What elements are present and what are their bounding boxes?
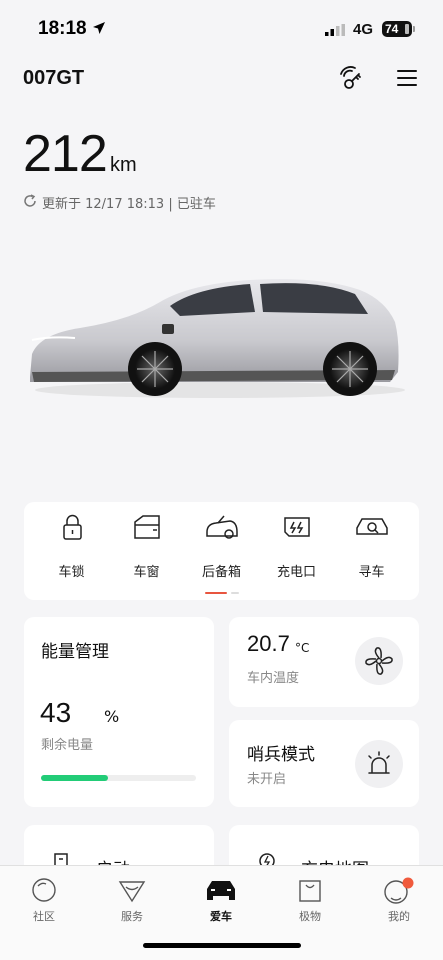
temp-unit: °C bbox=[295, 641, 310, 655]
energy-title: 能量管理 bbox=[41, 642, 109, 662]
control-lock[interactable]: 车锁 bbox=[34, 502, 109, 600]
community-icon bbox=[32, 878, 56, 902]
menu-icon[interactable] bbox=[395, 68, 419, 88]
control-window[interactable]: 车窗 bbox=[109, 502, 184, 600]
sentry-status: 未开启 bbox=[247, 772, 287, 787]
energy-card[interactable]: 能量管理 43 % 剩余电量 bbox=[24, 617, 214, 807]
page-indicator-active bbox=[205, 592, 227, 594]
battery-bar-fill bbox=[41, 775, 108, 781]
climate-card[interactable]: 20.7 °C 车内温度 bbox=[229, 617, 419, 707]
network-type: 4G bbox=[353, 21, 374, 38]
control-label: 车窗 bbox=[133, 565, 160, 580]
find-car-icon bbox=[355, 518, 388, 535]
fan-icon bbox=[365, 647, 393, 675]
tab-label: 爱车 bbox=[210, 910, 232, 923]
update-status: 更新于 12/17 18:13 | 已驻车 bbox=[42, 197, 216, 212]
control-find-car[interactable]: 寻车 bbox=[334, 502, 409, 600]
service-icon bbox=[118, 881, 146, 903]
alarm-light-icon bbox=[368, 751, 390, 774]
window-icon bbox=[133, 515, 160, 539]
control-label: 寻车 bbox=[358, 565, 385, 580]
tab-my-car[interactable]: 爱车 bbox=[177, 866, 265, 936]
page-indicator bbox=[231, 592, 239, 594]
battery-percent-unit: % bbox=[104, 707, 120, 726]
status-time: 18:18 bbox=[38, 18, 87, 39]
battery-level bbox=[405, 24, 409, 34]
tab-profile[interactable]: 我的 bbox=[355, 866, 443, 936]
tab-label: 我的 bbox=[388, 910, 410, 923]
control-label: 车锁 bbox=[58, 565, 85, 580]
tab-store[interactable]: 极物 bbox=[266, 866, 354, 936]
home-indicator[interactable] bbox=[143, 943, 301, 948]
control-trunk[interactable]: 后备箱 bbox=[184, 502, 259, 600]
cellular-signal-icon bbox=[325, 24, 345, 36]
location-arrow-icon bbox=[93, 22, 105, 34]
sentry-title: 哨兵模式 bbox=[247, 745, 315, 765]
battery-percent-value: 43 bbox=[40, 697, 72, 728]
shopping-bag-icon bbox=[299, 880, 321, 902]
profile-icon bbox=[384, 877, 414, 904]
car-image bbox=[30, 279, 405, 398]
quick-controls: 车锁 车窗 后备箱 充电口 寻车 bbox=[24, 502, 419, 600]
car-icon bbox=[207, 881, 235, 900]
notification-badge bbox=[402, 877, 414, 889]
cabin-temp: 20.7 bbox=[247, 631, 290, 656]
range-unit: km bbox=[110, 154, 137, 176]
fan-button[interactable] bbox=[355, 637, 403, 685]
battery-icon: 74 bbox=[382, 21, 412, 37]
status-bar: 18:18 4G 74 bbox=[0, 0, 443, 58]
control-label: 充电口 bbox=[276, 565, 316, 580]
digital-key-icon[interactable] bbox=[337, 64, 365, 92]
lock-icon bbox=[62, 514, 82, 540]
temp-label: 车内温度 bbox=[247, 671, 300, 686]
control-charge-port[interactable]: 充电口 bbox=[259, 502, 334, 600]
control-label: 后备箱 bbox=[201, 565, 241, 580]
sentry-card[interactable]: 哨兵模式 未开启 bbox=[229, 720, 419, 807]
tab-service[interactable]: 服务 bbox=[88, 866, 176, 936]
vehicle-name[interactable]: 007GT bbox=[23, 67, 84, 90]
sentry-button[interactable] bbox=[355, 740, 403, 788]
tab-label: 服务 bbox=[121, 910, 143, 923]
refresh-icon[interactable] bbox=[23, 194, 37, 208]
battery-tip bbox=[413, 26, 415, 32]
battery-bar bbox=[41, 775, 196, 781]
trunk-icon bbox=[205, 515, 238, 539]
charge-port-icon bbox=[283, 517, 310, 537]
tab-label: 社区 bbox=[33, 910, 55, 923]
tab-label: 极物 bbox=[299, 910, 321, 923]
battery-label: 剩余电量 bbox=[41, 738, 94, 753]
range-value: 212 bbox=[23, 125, 108, 183]
battery-percent: 74 bbox=[385, 22, 399, 36]
tab-community[interactable]: 社区 bbox=[0, 866, 88, 936]
